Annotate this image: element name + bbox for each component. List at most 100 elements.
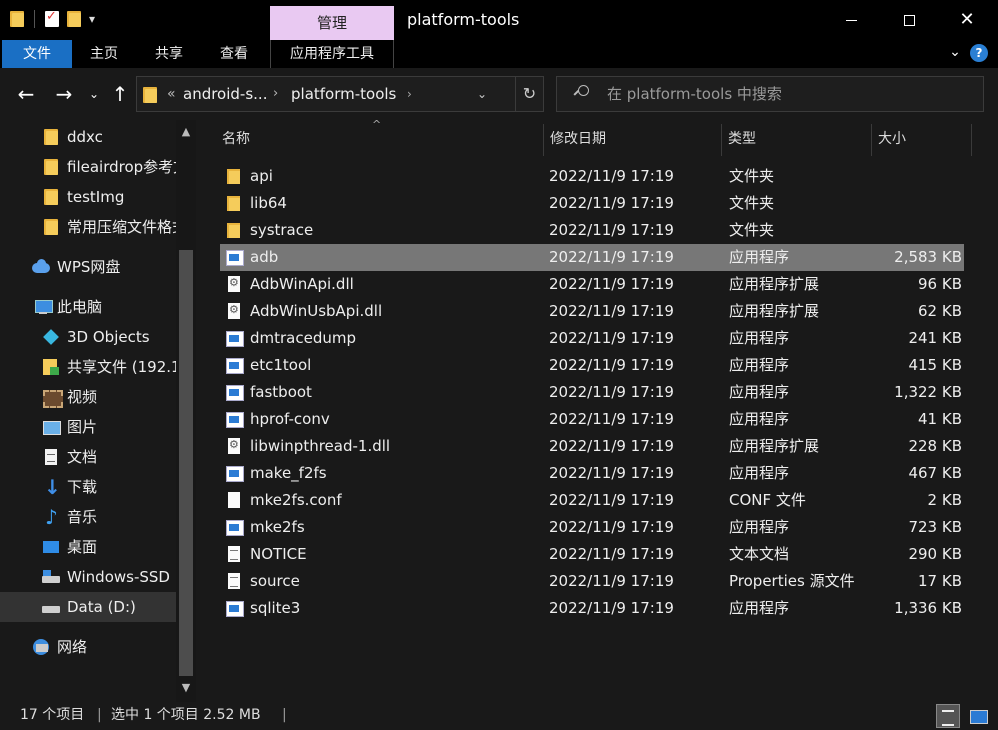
file-name: etc1tool <box>250 356 312 374</box>
file-type: CONF 文件 <box>729 491 806 509</box>
nav-item-label: 下载 <box>67 478 98 496</box>
refresh-icon[interactable]: ↻ <box>515 77 543 111</box>
file-name: api <box>250 167 273 185</box>
file-row[interactable]: AdbWinApi.dll 2022/11/9 17:19 应用程序扩展 96 KB <box>220 269 964 298</box>
file-row[interactable]: NOTICE 2022/11/9 17:19 文本文档 290 KB <box>220 541 964 568</box>
nav-item-network[interactable]: 网络 <box>0 632 176 662</box>
column-header-name[interactable]: 名称 <box>216 124 544 156</box>
tab-home[interactable]: 主页 <box>72 40 136 68</box>
file-row[interactable]: make_f2fs 2022/11/9 17:19 应用程序 467 KB <box>220 460 964 487</box>
search-input[interactable]: 在 platform-tools 中搜索 <box>607 77 782 111</box>
application-icon <box>226 465 244 482</box>
breadcrumb-android-sdk[interactable]: android-s... <box>183 77 267 111</box>
file-type: 应用程序扩展 <box>729 302 820 320</box>
tab-view[interactable]: 查看 <box>202 40 266 68</box>
file-row[interactable]: AdbWinUsbApi.dll 2022/11/9 17:19 应用程序扩展 62 … <box>220 296 964 325</box>
column-header-type[interactable]: 类型 <box>722 124 872 156</box>
file-date: 2022/11/9 17:19 <box>549 329 674 347</box>
back-button[interactable]: ← <box>12 80 40 108</box>
file-size: 41 KB <box>918 410 962 428</box>
address-history-chevron-icon[interactable]: ⌄ <box>477 77 487 111</box>
breadcrumb-separator[interactable]: › <box>273 77 278 111</box>
scrollbar-thumb[interactable] <box>179 250 193 676</box>
file-name: sqlite3 <box>250 599 301 617</box>
folder-icon <box>44 128 62 146</box>
file-size: 1,336 KB <box>894 599 962 617</box>
file-row[interactable]: mke2fs.conf 2022/11/9 17:19 CONF 文件 2 KB <box>220 487 964 514</box>
breadcrumb-platform-tools[interactable]: platform-tools <box>291 77 396 111</box>
column-header-date[interactable]: 修改日期 <box>544 124 722 156</box>
nav-item-downloads[interactable]: 下载 <box>0 472 176 502</box>
scroll-up-icon[interactable]: ▲ <box>176 122 196 142</box>
customize-toolbar-icon[interactable]: ▾ <box>89 12 95 26</box>
nav-item-label: 此电脑 <box>57 298 103 316</box>
text-file-icon <box>226 546 242 563</box>
minimize-button[interactable] <box>822 0 880 40</box>
file-row[interactable]: systrace 2022/11/9 17:19 文件夹 <box>220 217 964 244</box>
nav-item-desktop[interactable]: 桌面 <box>0 532 176 562</box>
nav-item-label: testImg <box>67 188 125 206</box>
forward-button[interactable]: → <box>50 80 78 108</box>
file-date: 2022/11/9 17:19 <box>549 464 674 482</box>
manage-context-tab[interactable]: 管理 <box>270 6 394 40</box>
nav-scrollbar[interactable]: ▲ ▼ <box>176 120 196 702</box>
application-icon <box>226 357 244 374</box>
file-size: 241 KB <box>908 329 962 347</box>
close-button[interactable]: ✕ <box>938 0 996 40</box>
nav-item-this-pc[interactable]: 此电脑 <box>0 292 176 322</box>
tab-file[interactable]: 文件 <box>2 40 72 68</box>
nav-item-ddxc[interactable]: ddxc <box>0 122 176 152</box>
recent-locations-button[interactable]: ⌄ <box>86 80 102 108</box>
file-row[interactable]: fastboot 2022/11/9 17:19 应用程序 1,322 KB <box>220 379 964 406</box>
nav-item-windows-ssd[interactable]: Windows-SSD ( <box>0 562 176 592</box>
file-row[interactable]: libwinpthread-1.dll 2022/11/9 17:19 应用程序扩展… <box>220 431 964 460</box>
file-type: 应用程序 <box>729 248 790 266</box>
new-folder-icon[interactable] <box>67 10 81 28</box>
file-type: 应用程序 <box>729 518 790 536</box>
address-bar[interactable]: « android-s... › platform-tools › ⌄ ↻ <box>136 76 544 112</box>
tab-application-tools[interactable]: 应用程序工具 <box>270 40 394 68</box>
nav-item-3d-objects[interactable]: 3D Objects <box>0 322 176 352</box>
nav-item-shared-files[interactable]: 共享文件 (192.1 <box>0 352 176 382</box>
shared-folder-icon <box>42 358 60 376</box>
breadcrumb-separator[interactable]: › <box>407 77 412 111</box>
file-date: 2022/11/9 17:19 <box>549 572 674 590</box>
nav-item-documents[interactable]: 文档 <box>0 442 176 472</box>
file-row[interactable]: source 2022/11/9 17:19 Properties 源文件 17 KB <box>220 568 964 595</box>
maximize-button[interactable] <box>880 0 938 40</box>
computer-icon <box>34 298 53 316</box>
nav-item-compress-formats[interactable]: 常用压缩文件格式 <box>0 212 176 242</box>
nav-item-wps-cloud[interactable]: WPS网盘 <box>0 252 176 282</box>
file-name: fastboot <box>250 383 312 401</box>
nav-item-fileairdrop[interactable]: fileairdrop参考文 <box>0 152 176 182</box>
details-view-button[interactable] <box>936 704 960 728</box>
file-row[interactable]: api 2022/11/9 17:19 文件夹 <box>220 163 964 190</box>
properties-icon[interactable] <box>45 9 59 27</box>
file-row[interactable]: sqlite3 2022/11/9 17:19 应用程序 1,336 KB <box>220 595 964 622</box>
file-date: 2022/11/9 17:19 <box>549 167 674 185</box>
file-row[interactable]: etc1tool 2022/11/9 17:19 应用程序 415 KB <box>220 352 964 379</box>
large-icons-view-button[interactable] <box>966 704 990 728</box>
file-size: 290 KB <box>908 545 962 563</box>
file-row[interactable]: lib64 2022/11/9 17:19 文件夹 <box>220 190 964 217</box>
file-row[interactable]: adb 2022/11/9 17:19 应用程序 2,583 KB <box>220 244 964 271</box>
tab-share[interactable]: 共享 <box>136 40 202 68</box>
help-icon[interactable]: ? <box>970 44 988 62</box>
file-row[interactable]: mke2fs 2022/11/9 17:19 应用程序 723 KB <box>220 514 964 541</box>
expand-ribbon-chevron-icon[interactable]: ⌄ <box>944 44 966 64</box>
nav-item-data-d[interactable]: Data (D:) <box>0 592 176 622</box>
chevron-down-icon: ⌄ <box>88 87 100 101</box>
up-button[interactable]: ↑ <box>108 80 132 108</box>
file-type: 应用程序 <box>729 464 790 482</box>
overflow-breadcrumb[interactable]: « <box>167 77 176 111</box>
nav-item-testimg[interactable]: testImg <box>0 182 176 212</box>
scroll-down-icon[interactable]: ▼ <box>176 678 196 698</box>
nav-item-videos[interactable]: 视频 <box>0 382 176 412</box>
nav-item-music[interactable]: 音乐 <box>0 502 176 532</box>
column-header-size[interactable]: 大小 <box>872 124 972 156</box>
file-type: 应用程序扩展 <box>729 437 820 455</box>
search-box[interactable]: 在 platform-tools 中搜索 <box>556 76 984 112</box>
file-row[interactable]: hprof-conv 2022/11/9 17:19 应用程序 41 KB <box>220 406 964 433</box>
file-row[interactable]: dmtracedump 2022/11/9 17:19 应用程序 241 KB <box>220 325 964 352</box>
nav-item-pictures[interactable]: 图片 <box>0 412 176 442</box>
